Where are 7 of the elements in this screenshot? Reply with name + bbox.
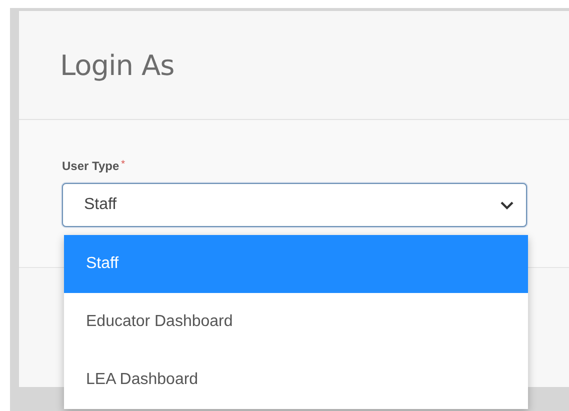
chevron-down-icon	[500, 200, 514, 210]
user-type-select[interactable]: Staff	[62, 183, 527, 227]
modal-title: Login As	[60, 48, 174, 82]
dropdown-option[interactable]: Educator Dashboard	[64, 293, 528, 351]
required-mark: *	[121, 159, 126, 170]
dropdown-option[interactable]: LEA Dashboard	[64, 351, 528, 409]
field-label: User Type	[62, 159, 120, 173]
